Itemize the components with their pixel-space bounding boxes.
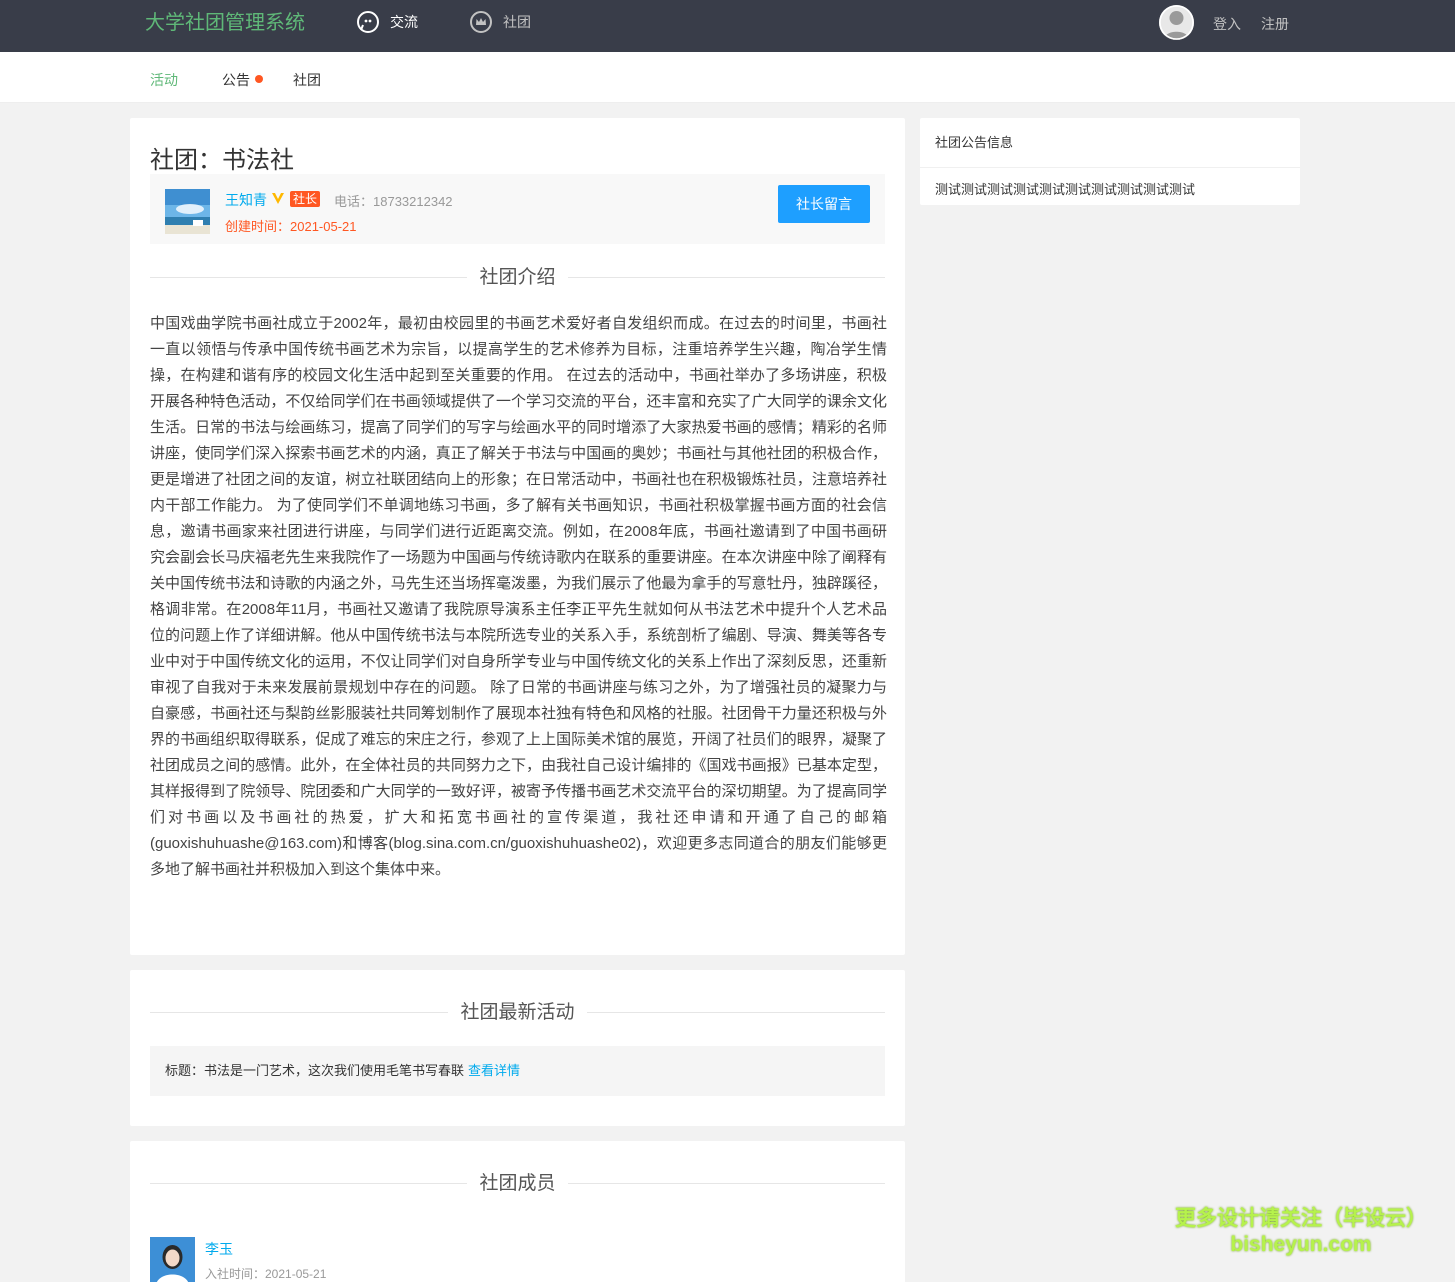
sub-nav: 活动 公告 社团 (0, 52, 1455, 103)
notice-content: 测试测试测试测试测试测试测试测试测试测试 (935, 182, 1196, 197)
verified-icon (271, 191, 285, 205)
subnav-item-clubs[interactable]: 社团 (293, 70, 321, 90)
section-title-activities: 社团最新活动 (150, 1001, 885, 1025)
login-link[interactable]: 登入 (1213, 14, 1241, 34)
subnav-item-notices[interactable]: 公告 (222, 70, 263, 90)
notice-title: 社团公告信息 (920, 118, 1300, 168)
subnav-item-activities[interactable]: 活动 (150, 70, 178, 90)
watermark: 更多设计请关注（毕设云） bisheyun.com (1170, 1206, 1432, 1258)
page-title: 社团：书法社 (150, 147, 294, 174)
nav-label: 交流 (390, 14, 418, 30)
members-card: 社团成员 李玉 入社时间：2021-05-21 (130, 1141, 905, 1282)
activity-item: 标题：书法是一门艺术，这次我们使用毛笔书写春联 查看详情 (150, 1046, 885, 1096)
leader-avatar[interactable] (165, 189, 210, 234)
nav-label: 社团 (503, 14, 531, 30)
role-badge: 社长 (290, 191, 321, 207)
club-intro-text: 中国戏曲学院书画社成立于2002年，最初由校园里的书画艺术爱好者自发组织而成。在… (150, 315, 887, 878)
section-title-intro: 社团介绍 (150, 266, 885, 290)
member-name[interactable]: 李玉 (205, 1239, 233, 1259)
watermark-line: bisheyun.com (1230, 1233, 1372, 1256)
section-title-members: 社团成员 (150, 1172, 885, 1196)
view-details-link[interactable]: 查看详情 (468, 1063, 520, 1078)
leader-phone: 电话：18733212342 (334, 194, 453, 209)
nav-item-chat[interactable]: 交流 (356, 9, 418, 35)
top-bar: 大学社团管理系统 交流 社团 登入 注册 (0, 0, 1455, 52)
watermark-line: 更多设计请关注（毕设云） (1175, 1207, 1427, 1230)
latest-activities-card: 社团最新活动 标题：书法是一门艺术，这次我们使用毛笔书写春联 查看详情 (130, 970, 905, 1126)
member-join-date: 入社时间：2021-05-21 (205, 1267, 327, 1281)
leader-name[interactable]: 王知青 (225, 190, 267, 210)
leader-info: 王知青 社长 电话：18733212342 创建时间：2021-05-21 社长… (150, 174, 885, 244)
site-logo[interactable]: 大学社团管理系统 (145, 10, 305, 36)
created-date: 创建时间：2021-05-21 (225, 219, 357, 234)
crown-icon (469, 10, 493, 34)
leave-message-button[interactable]: 社长留言 (778, 185, 870, 223)
subnav-label: 公告 (222, 72, 250, 88)
chat-icon (356, 10, 380, 34)
register-link[interactable]: 注册 (1261, 14, 1289, 34)
notice-card: 社团公告信息 测试测试测试测试测试测试测试测试测试测试 (920, 118, 1300, 205)
nav-item-clubs[interactable]: 社团 (469, 9, 531, 35)
notification-dot (255, 75, 263, 84)
member-avatar[interactable] (150, 1237, 195, 1282)
activity-title: 标题：书法是一门艺术，这次我们使用毛笔书写春联 (165, 1063, 465, 1078)
user-avatar[interactable] (1159, 5, 1194, 40)
club-detail-card: 社团：书法社 王知青 社长 电话：18733212342 创建时间：2021-0… (130, 118, 905, 955)
